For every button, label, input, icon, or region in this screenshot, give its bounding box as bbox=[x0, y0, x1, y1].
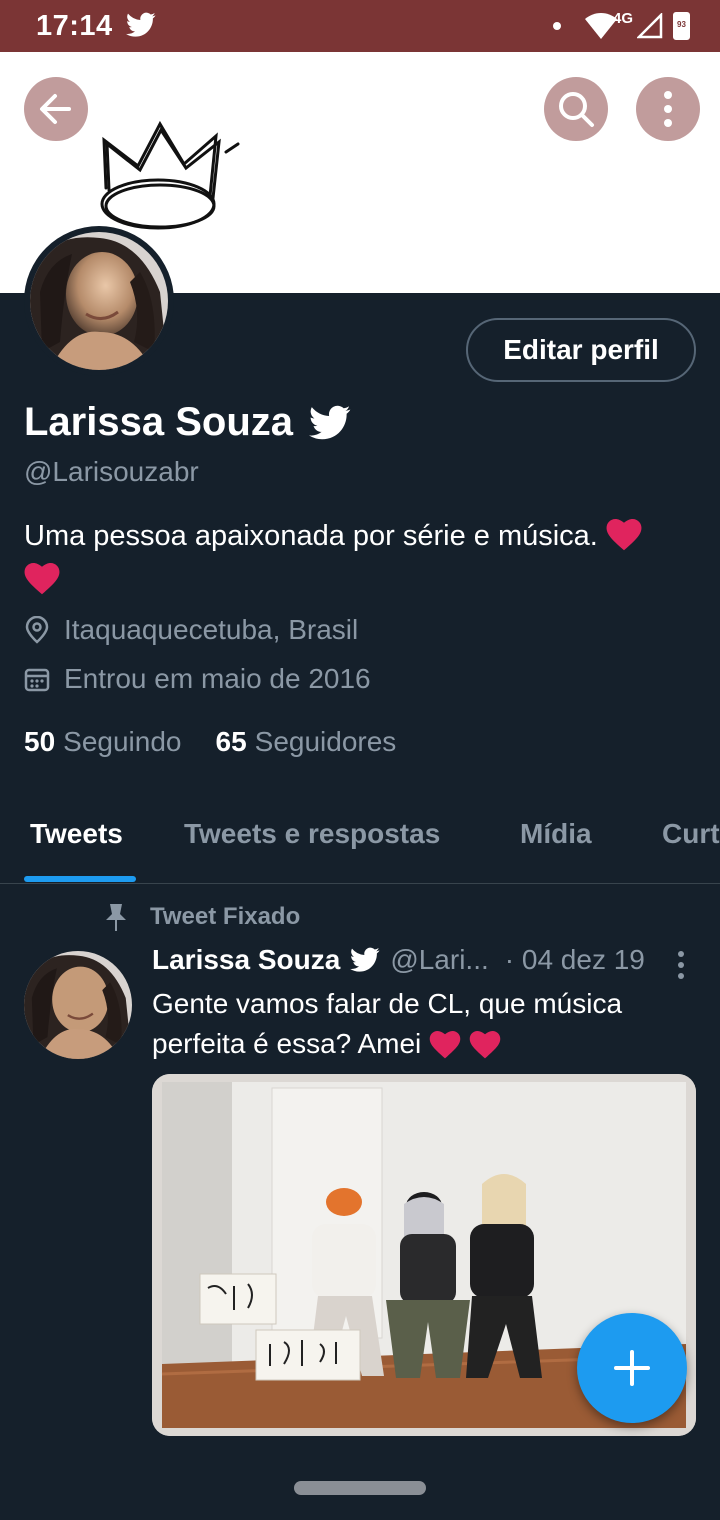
notification-dot-icon bbox=[552, 22, 561, 30]
search-button[interactable] bbox=[544, 77, 608, 141]
profile-location: Itaquaquecetuba, Brasil bbox=[24, 614, 358, 646]
battery-icon: 93 bbox=[673, 12, 690, 40]
status-bar: 17:14 4G 93 bbox=[0, 0, 720, 52]
profile-name-row: Larissa Souza bbox=[24, 400, 351, 445]
calendar-icon bbox=[24, 668, 50, 692]
heart-icon bbox=[606, 514, 642, 558]
tweet-header: Larissa Souza @Lari... · 04 dez 19 bbox=[152, 944, 692, 976]
compose-tweet-button[interactable] bbox=[577, 1313, 687, 1423]
tweet-author-name[interactable]: Larissa Souza bbox=[152, 944, 340, 976]
profile-join-date: Entrou em maio de 2016 bbox=[24, 663, 371, 695]
twitter-bird-icon bbox=[126, 12, 156, 37]
profile-name: Larissa Souza bbox=[24, 400, 294, 444]
pinned-label: Tweet Fixado bbox=[150, 903, 301, 930]
tweet-author-handle: @Lari... bbox=[390, 944, 489, 975]
heart-icon bbox=[429, 1024, 461, 1064]
tweet-text: Gente vamos falar de CL, que música perf… bbox=[152, 984, 692, 1064]
followers-label: Seguidores bbox=[254, 726, 397, 757]
twitter-bird-icon bbox=[350, 947, 380, 972]
search-icon bbox=[559, 92, 594, 127]
tab-media[interactable]: Mídia bbox=[520, 818, 592, 850]
tab-tweets-replies[interactable]: Tweets e respostas bbox=[184, 818, 440, 850]
active-tab-indicator bbox=[24, 876, 136, 882]
following-count: 50 bbox=[24, 726, 56, 757]
location-text: Itaquaquecetuba, Brasil bbox=[64, 614, 359, 645]
status-time: 17:14 bbox=[36, 10, 113, 42]
followers-count: 65 bbox=[215, 726, 247, 757]
following-label: Seguindo bbox=[63, 726, 182, 757]
heart-icon bbox=[24, 558, 60, 602]
edit-profile-button[interactable]: Editar perfil bbox=[466, 318, 696, 382]
more-vertical-icon bbox=[664, 91, 672, 127]
back-button[interactable] bbox=[24, 77, 88, 141]
plus-icon bbox=[614, 1350, 650, 1386]
profile-handle: @Larisouzabr bbox=[24, 456, 199, 487]
join-date-text: Entrou em maio de 2016 bbox=[64, 663, 371, 694]
tab-tweets[interactable]: Tweets bbox=[30, 818, 123, 850]
network-type: 4G bbox=[612, 9, 633, 27]
bio-text: Uma pessoa apaixonada por série e música… bbox=[24, 520, 598, 552]
pin-icon bbox=[106, 904, 126, 931]
heart-icon bbox=[469, 1024, 501, 1064]
location-pin-icon bbox=[25, 616, 49, 644]
following-link[interactable]: 50 Seguindo bbox=[24, 726, 182, 758]
tweet-date: · 04 dez 19 bbox=[504, 944, 645, 975]
tweet-body: Gente vamos falar de CL, que música perf… bbox=[152, 988, 623, 1059]
twitter-bird-icon bbox=[309, 405, 351, 439]
more-vertical-icon[interactable] bbox=[676, 950, 686, 980]
tweet-author-avatar[interactable] bbox=[24, 951, 132, 1059]
crown-sketch-image bbox=[100, 120, 240, 230]
signal-icon bbox=[637, 13, 663, 39]
battery-level: 93 bbox=[677, 20, 686, 29]
home-indicator[interactable] bbox=[294, 1481, 426, 1495]
followers-link[interactable]: 65 Seguidores bbox=[216, 726, 397, 758]
profile-avatar[interactable] bbox=[24, 226, 174, 376]
follow-stats: 50 Seguindo 65 Seguidores bbox=[24, 726, 396, 758]
pinned-indicator: Tweet Fixado bbox=[104, 902, 300, 932]
profile-tabs: Tweets Tweets e respostas Mídia Curtidas bbox=[0, 790, 720, 884]
tab-likes[interactable]: Curtidas bbox=[662, 818, 720, 850]
avatar-photo bbox=[30, 232, 168, 370]
more-options-button[interactable] bbox=[636, 77, 700, 141]
arrow-left-icon bbox=[40, 94, 71, 124]
profile-bio: Uma pessoa apaixonada por série e música… bbox=[24, 514, 684, 602]
